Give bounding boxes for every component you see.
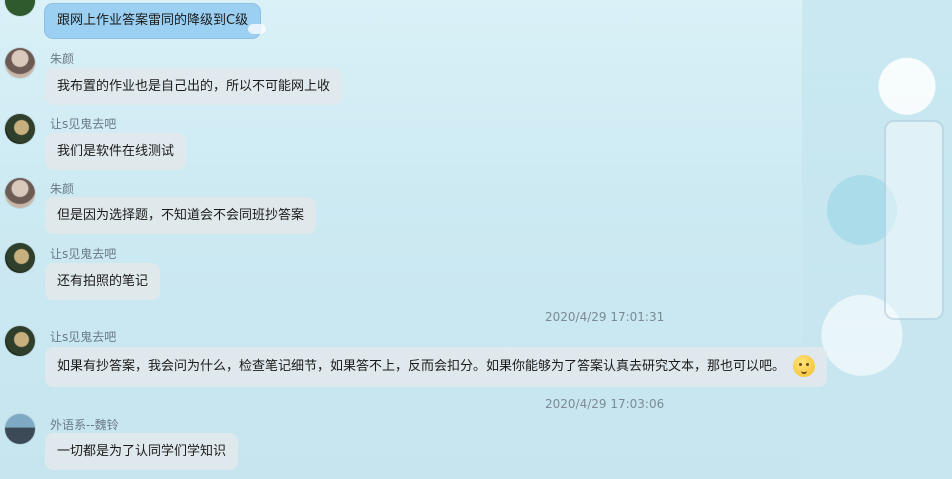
message-bubble: 如果有抄答案，我会问为什么，检查笔记细节，如果答不上，反而会扣分。如果你能够为了… xyxy=(45,347,828,387)
message-bubble: 一切都是为了认同学们学知识 xyxy=(45,433,239,470)
message-bubble: 但是因为选择题，不知道会不会同班抄答案 xyxy=(45,197,317,234)
avatar[interactable] xyxy=(5,414,35,444)
avatar[interactable] xyxy=(5,114,35,144)
message-text: 一切都是为了认同学们学知识 xyxy=(57,444,227,459)
message-text: 如果有抄答案，我会问为什么，检查笔记细节，如果答不上，反而会扣分。如果你能够为了… xyxy=(57,359,786,374)
message-bubble: 还有拍照的笔记 xyxy=(45,263,161,300)
sender-name[interactable]: 让s见鬼去吧 xyxy=(50,328,116,345)
avatar[interactable] xyxy=(5,0,35,16)
sender-name[interactable]: 朱颜 xyxy=(50,180,74,197)
message-bubble: 我们是软件在线测试 xyxy=(45,133,187,170)
message-text: 还有拍照的笔记 xyxy=(57,274,149,289)
timestamp: 2020/4/29 17:01:31 xyxy=(545,310,665,324)
message-bubble: 跟网上作业答案雷同的降级到C级 xyxy=(45,4,267,38)
background-tower xyxy=(884,120,944,320)
bubble-decoration xyxy=(248,24,267,34)
avatar[interactable] xyxy=(5,326,35,356)
avatar[interactable] xyxy=(5,48,35,78)
sender-name[interactable]: 让s见鬼去吧 xyxy=(50,115,116,132)
sender-name[interactable]: 朱颜 xyxy=(50,50,74,67)
sender-name[interactable]: 让s见鬼去吧 xyxy=(50,245,116,262)
message-text: 但是因为选择题，不知道会不会同班抄答案 xyxy=(57,208,305,223)
avatar[interactable] xyxy=(5,178,35,208)
message-text: 我们是软件在线测试 xyxy=(57,144,175,159)
sender-name[interactable]: 外语系--魏铃 xyxy=(50,416,119,433)
message-text: 跟网上作业答案雷同的降级到C级 xyxy=(57,13,249,28)
timestamp: 2020/4/29 17:03:06 xyxy=(545,397,665,411)
thinking-face-icon xyxy=(793,354,816,377)
avatar[interactable] xyxy=(5,243,35,273)
message-bubble: 我布置的作业也是自己出的，所以不可能网上收 xyxy=(45,68,343,105)
message-text: 我布置的作业也是自己出的，所以不可能网上收 xyxy=(57,79,331,94)
